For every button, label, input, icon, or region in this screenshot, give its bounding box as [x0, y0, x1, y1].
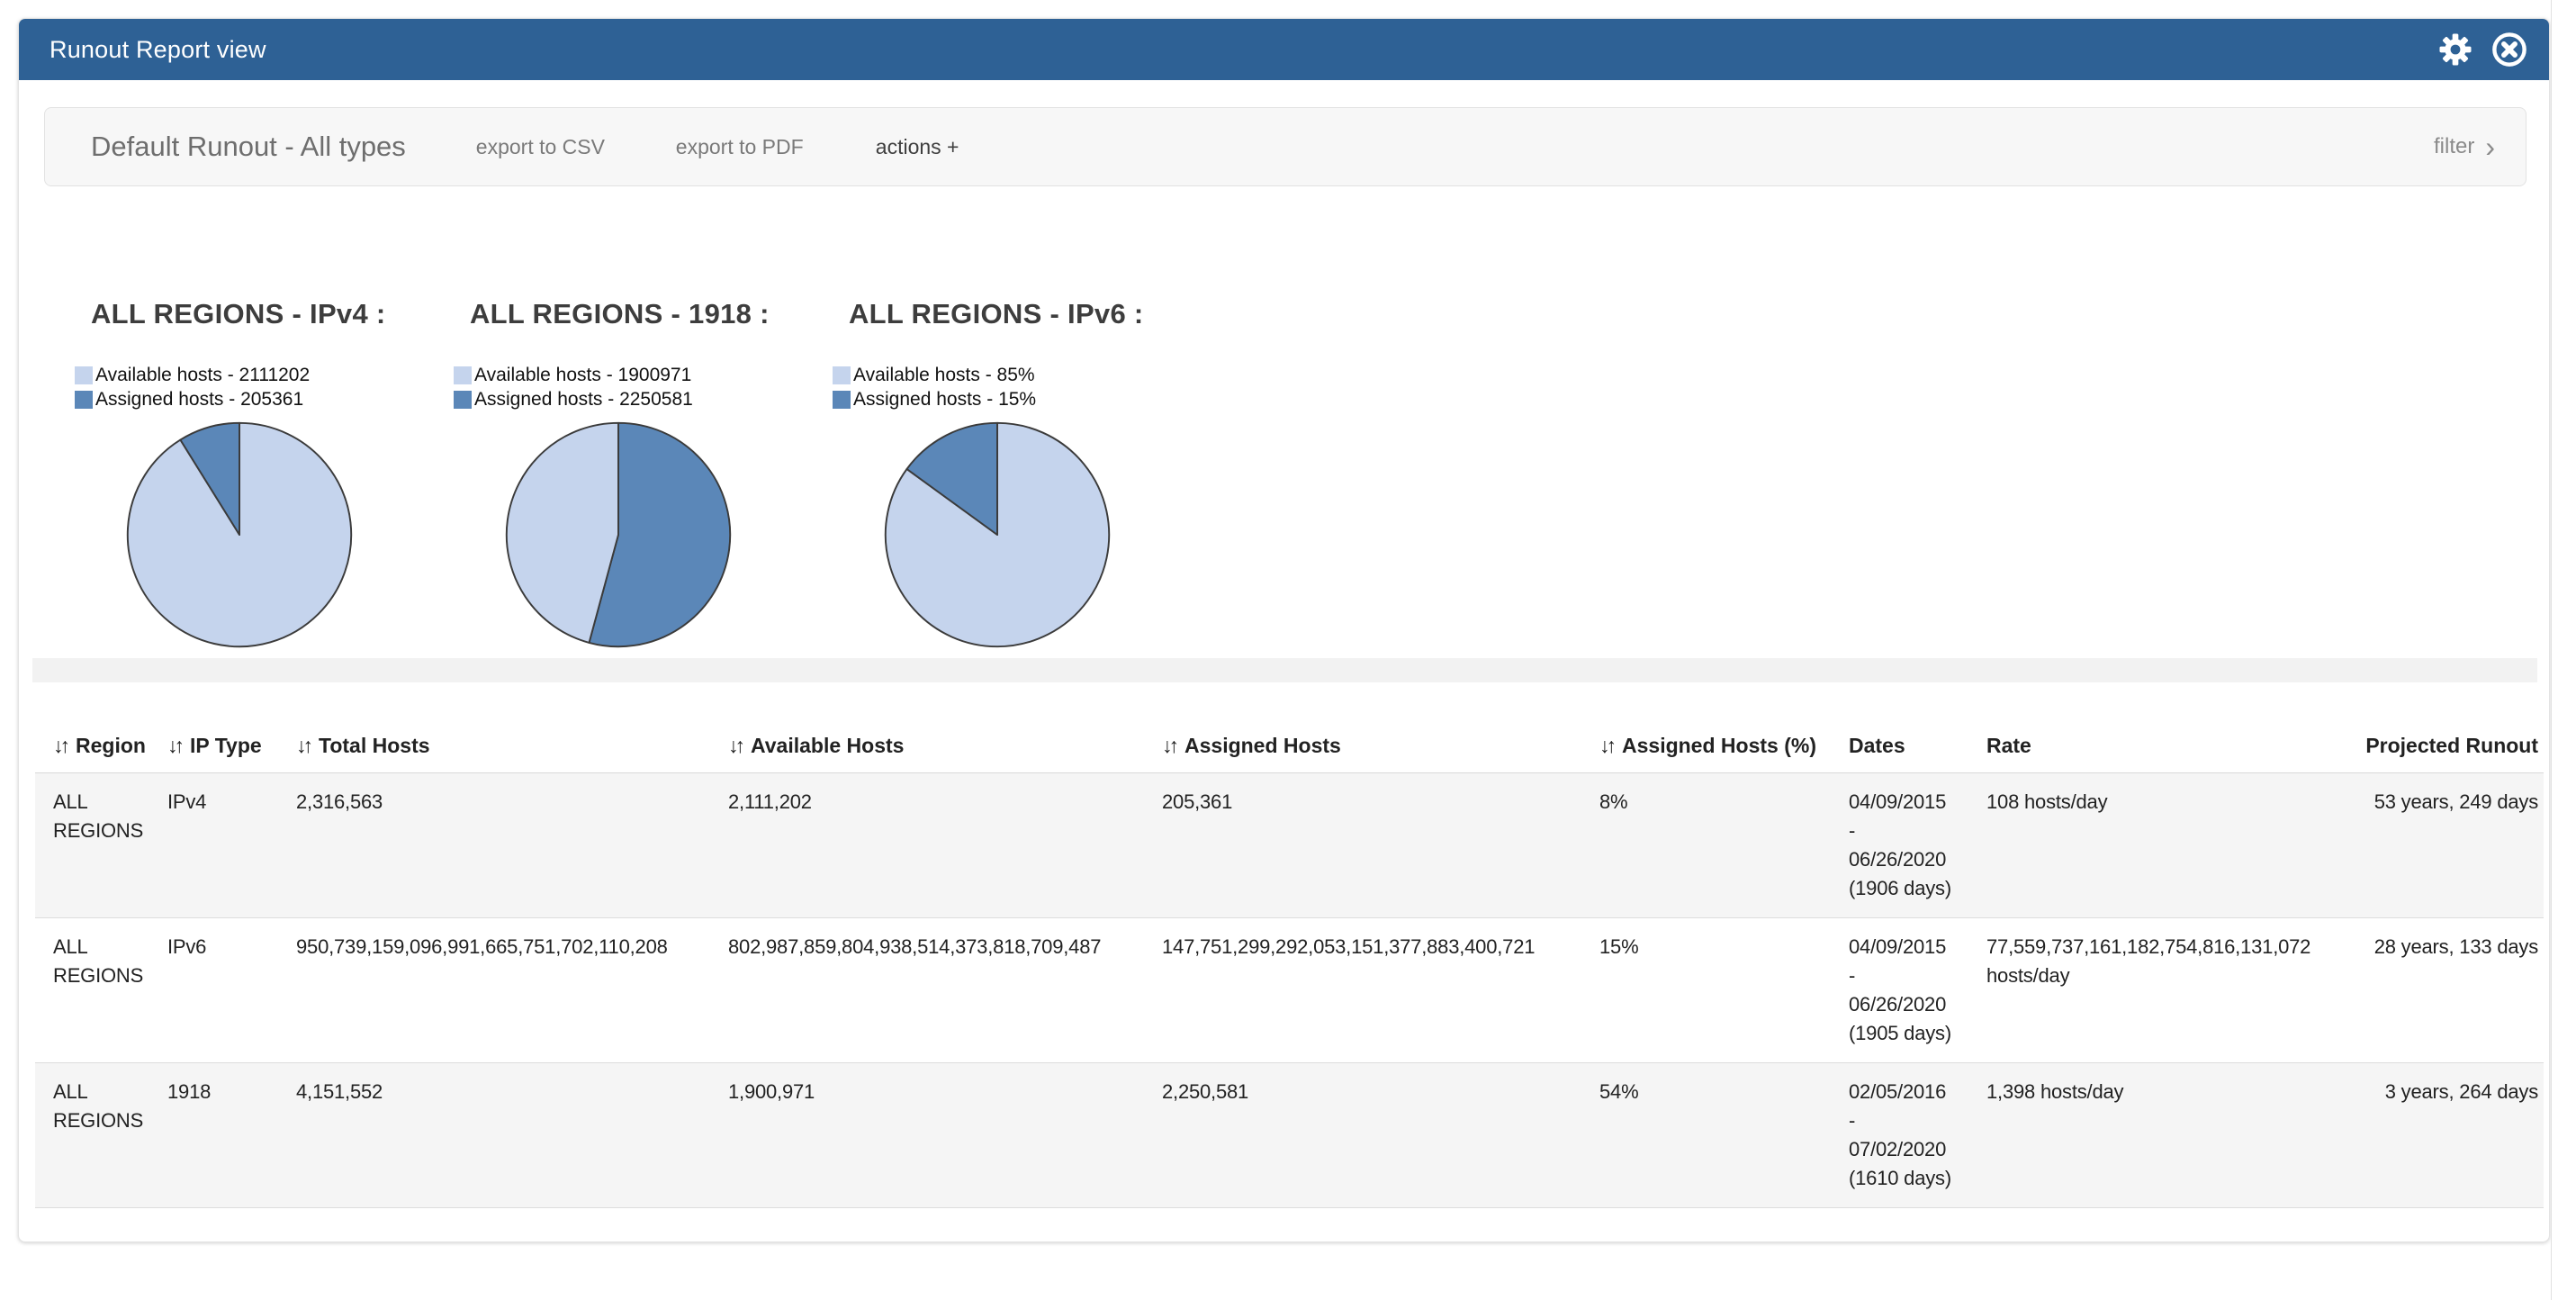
column-header-projected-runout: Projected Runout [2360, 721, 2544, 773]
legend-label: Available hosts - 1900971 [474, 365, 691, 386]
legend-label: Available hosts - 2111202 [95, 365, 310, 386]
chart-ipv6: ALL REGIONS - IPv6 : Available hosts - 8… [833, 298, 1211, 653]
column-header-assigned-hosts-pct[interactable]: ↓↑Assigned Hosts (%) [1599, 721, 1849, 773]
legend-label: Assigned hosts - 15% [853, 389, 1036, 411]
cell-ip-type: 1918 [167, 1063, 296, 1208]
legend-swatch-assigned [454, 391, 472, 409]
column-header-ip-type[interactable]: ↓↑IP Type [167, 721, 296, 773]
cell-assigned-hosts: 147,751,299,292,053,151,377,883,400,721 [1162, 918, 1599, 1063]
cell-available-hosts: 2,111,202 [728, 773, 1162, 918]
cell-total-hosts: 2,316,563 [296, 773, 728, 918]
legend-swatch-available [454, 366, 472, 384]
window-titlebar: Runout Report view [19, 19, 2549, 80]
cell-assigned-pct: 54% [1599, 1063, 1849, 1208]
chart-ipv4: ALL REGIONS - IPv4 : Available hosts - 2… [75, 298, 454, 653]
column-header-rate: Rate [1986, 721, 2360, 773]
legend-swatch-available [75, 366, 93, 384]
export-csv-button[interactable]: export to CSV [476, 135, 620, 159]
chart-title: ALL REGIONS - 1918 : [454, 298, 833, 330]
table-row: ALL REGIONS IPv4 2,316,563 2,111,202 205… [35, 773, 2544, 918]
legend-label: Assigned hosts - 205361 [95, 389, 303, 411]
export-pdf-button[interactable]: export to PDF [676, 135, 820, 159]
cell-projected-runout: 28 years, 133 days [2360, 918, 2544, 1063]
cell-rate: 108 hosts/day [1986, 773, 2360, 918]
cell-total-hosts: 950,739,159,096,991,665,751,702,110,208 [296, 918, 728, 1063]
section-divider [32, 658, 2537, 682]
actions-button[interactable]: actions + [876, 135, 959, 159]
legend-swatch-assigned [75, 391, 93, 409]
sort-icon: ↓↑ [728, 734, 742, 758]
legend-item: Available hosts - 1900971 [454, 363, 833, 387]
pie-charts-section: ALL REGIONS - IPv4 : Available hosts - 2… [75, 298, 1211, 653]
chevron-right-icon: › [2485, 136, 2495, 158]
cell-assigned-hosts: 2,250,581 [1162, 1063, 1599, 1208]
legend-item: Assigned hosts - 205361 [75, 387, 454, 411]
cell-dates: 02/05/2016 - 07/02/2020 (1610 days) [1849, 1063, 1986, 1208]
legend-item: Assigned hosts - 15% [833, 387, 1211, 411]
cell-dates: 04/09/2015 - 06/26/2020 (1905 days) [1849, 918, 1986, 1063]
table-row: ALL REGIONS 1918 4,151,552 1,900,971 2,2… [35, 1063, 2544, 1208]
column-header-available-hosts[interactable]: ↓↑Available Hosts [728, 721, 1162, 773]
cell-available-hosts: 1,900,971 [728, 1063, 1162, 1208]
cell-ip-type: IPv4 [167, 773, 296, 918]
chart-title: ALL REGIONS - IPv6 : [833, 298, 1211, 330]
chart-title: ALL REGIONS - IPv4 : [75, 298, 454, 330]
pie-chart-ipv6 [879, 417, 1211, 653]
gear-icon[interactable] [2436, 30, 2475, 69]
filter-label: filter [2434, 134, 2474, 159]
column-header-total-hosts[interactable]: ↓↑Total Hosts [296, 721, 728, 773]
pie-chart-ipv4 [122, 417, 454, 653]
sort-icon: ↓↑ [296, 734, 310, 758]
report-name: Default Runout - All types [91, 131, 406, 163]
legend-item: Available hosts - 2111202 [75, 363, 454, 387]
scrollbar-track[interactable] [2551, 0, 2576, 1300]
runout-table: ↓↑Region ↓↑IP Type ↓↑Total Hosts ↓↑Avail… [35, 721, 2544, 1208]
cell-assigned-hosts: 205,361 [1162, 773, 1599, 918]
column-header-assigned-hosts[interactable]: ↓↑Assigned Hosts [1162, 721, 1599, 773]
window-title: Runout Report view [50, 36, 266, 64]
legend-label: Available hosts - 85% [853, 365, 1035, 386]
close-icon[interactable] [2490, 30, 2529, 69]
cell-available-hosts: 802,987,859,804,938,514,373,818,709,487 [728, 918, 1162, 1063]
legend-item: Assigned hosts - 2250581 [454, 387, 833, 411]
filter-button[interactable]: filter › [2434, 134, 2495, 159]
cell-region: ALL REGIONS [35, 773, 167, 918]
column-header-region[interactable]: ↓↑Region [35, 721, 167, 773]
legend-label: Assigned hosts - 2250581 [474, 389, 693, 411]
cell-rate: 1,398 hosts/day [1986, 1063, 2360, 1208]
cell-rate: 77,559,737,161,182,754,816,131,072 hosts… [1986, 918, 2360, 1063]
legend-item: Available hosts - 85% [833, 363, 1211, 387]
cell-region: ALL REGIONS [35, 1063, 167, 1208]
legend-swatch-available [833, 366, 851, 384]
column-header-dates: Dates [1849, 721, 1986, 773]
pie-chart-1918 [500, 417, 833, 653]
cell-ip-type: IPv6 [167, 918, 296, 1063]
cell-assigned-pct: 8% [1599, 773, 1849, 918]
cell-assigned-pct: 15% [1599, 918, 1849, 1063]
cell-projected-runout: 3 years, 264 days [2360, 1063, 2544, 1208]
cell-projected-runout: 53 years, 249 days [2360, 773, 2544, 918]
report-toolbar: Default Runout - All types export to CSV… [44, 107, 2526, 186]
table-header-row: ↓↑Region ↓↑IP Type ↓↑Total Hosts ↓↑Avail… [35, 721, 2544, 773]
sort-icon: ↓↑ [1162, 734, 1175, 758]
sort-icon: ↓↑ [53, 734, 67, 758]
cell-dates: 04/09/2015 - 06/26/2020 (1906 days) [1849, 773, 1986, 918]
sort-icon: ↓↑ [167, 734, 181, 758]
runout-report-window: Runout Report view Default [18, 18, 2550, 1242]
sort-icon: ↓↑ [1599, 734, 1613, 758]
cell-total-hosts: 4,151,552 [296, 1063, 728, 1208]
chart-1918: ALL REGIONS - 1918 : Available hosts - 1… [454, 298, 833, 653]
cell-region: ALL REGIONS [35, 918, 167, 1063]
legend-swatch-assigned [833, 391, 851, 409]
table-row: ALL REGIONS IPv6 950,739,159,096,991,665… [35, 918, 2544, 1063]
